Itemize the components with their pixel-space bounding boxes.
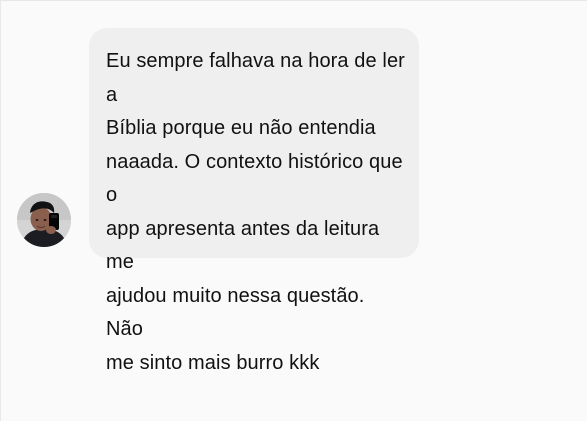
chat-thread: Eu sempre falhava na hora de ler a Bíbli… [0,0,587,421]
avatar[interactable] [17,193,71,247]
message-bubble: Eu sempre falhava na hora de ler a Bíbli… [89,28,419,374]
message-text: Eu sempre falhava na hora de ler a Bíbli… [106,50,405,374]
